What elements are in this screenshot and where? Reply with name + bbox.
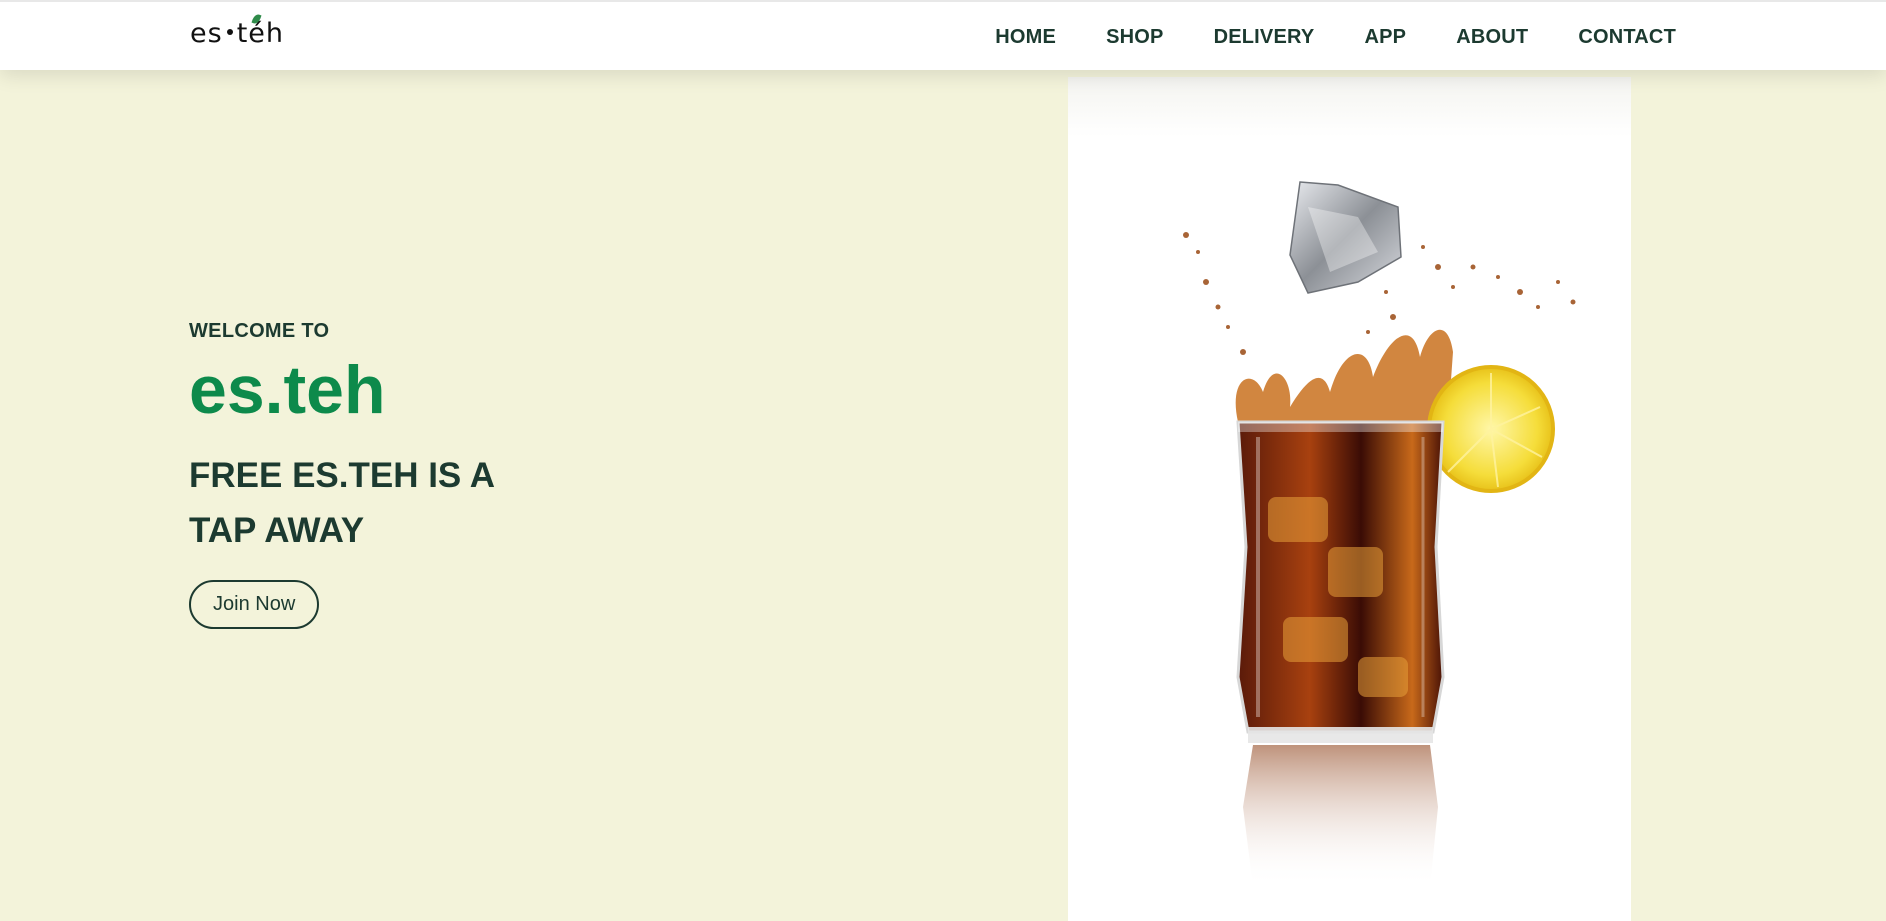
hero-image-panel bbox=[1068, 77, 1631, 921]
tea-splash-shape bbox=[1235, 329, 1453, 422]
iced-tea-glass-with-lemon-image bbox=[1183, 181, 1576, 887]
join-now-button[interactable]: Join Now bbox=[189, 580, 320, 630]
glass-reflection-shape bbox=[1243, 745, 1438, 887]
logo-text-right: téh bbox=[236, 18, 284, 49]
nav-contact[interactable]: CONTACT bbox=[1578, 26, 1676, 49]
hero-welcome: WELCOME TO bbox=[189, 320, 330, 342]
nav-about[interactable]: ABOUT bbox=[1456, 26, 1528, 49]
main-nav: HOME SHOP DELIVERY APP ABOUT CONTACT bbox=[995, 2, 1676, 72]
top-navbar: es téh HOME SHOP DELIVERY APP ABOUT CONT… bbox=[0, 0, 1886, 70]
site-logo[interactable]: es téh bbox=[190, 13, 284, 49]
nav-home[interactable]: HOME bbox=[995, 26, 1056, 49]
logo-text-left: es bbox=[190, 18, 223, 49]
hero-text-block: WELCOME TO es.teh FREE ES.TEH IS A TAP A… bbox=[189, 320, 529, 630]
nav-delivery[interactable]: DELIVERY bbox=[1214, 26, 1315, 49]
hero-brand-title: es.teh bbox=[189, 352, 386, 428]
nav-app[interactable]: APP bbox=[1364, 26, 1406, 49]
nav-shop[interactable]: SHOP bbox=[1106, 26, 1163, 49]
hero-tagline: FREE ES.TEH IS A TAP AWAY bbox=[189, 456, 494, 551]
logo-dot bbox=[226, 29, 233, 35]
